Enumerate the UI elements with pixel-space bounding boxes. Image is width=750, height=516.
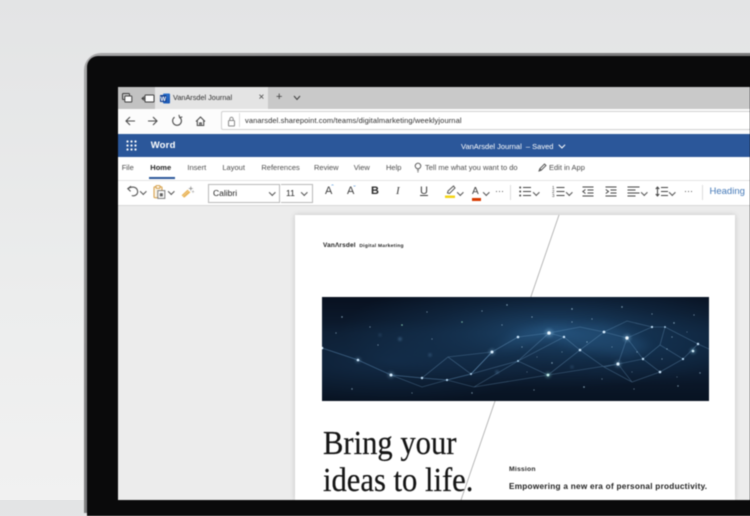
svg-text:W: W	[160, 97, 166, 103]
svg-text:3: 3	[552, 193, 555, 197]
